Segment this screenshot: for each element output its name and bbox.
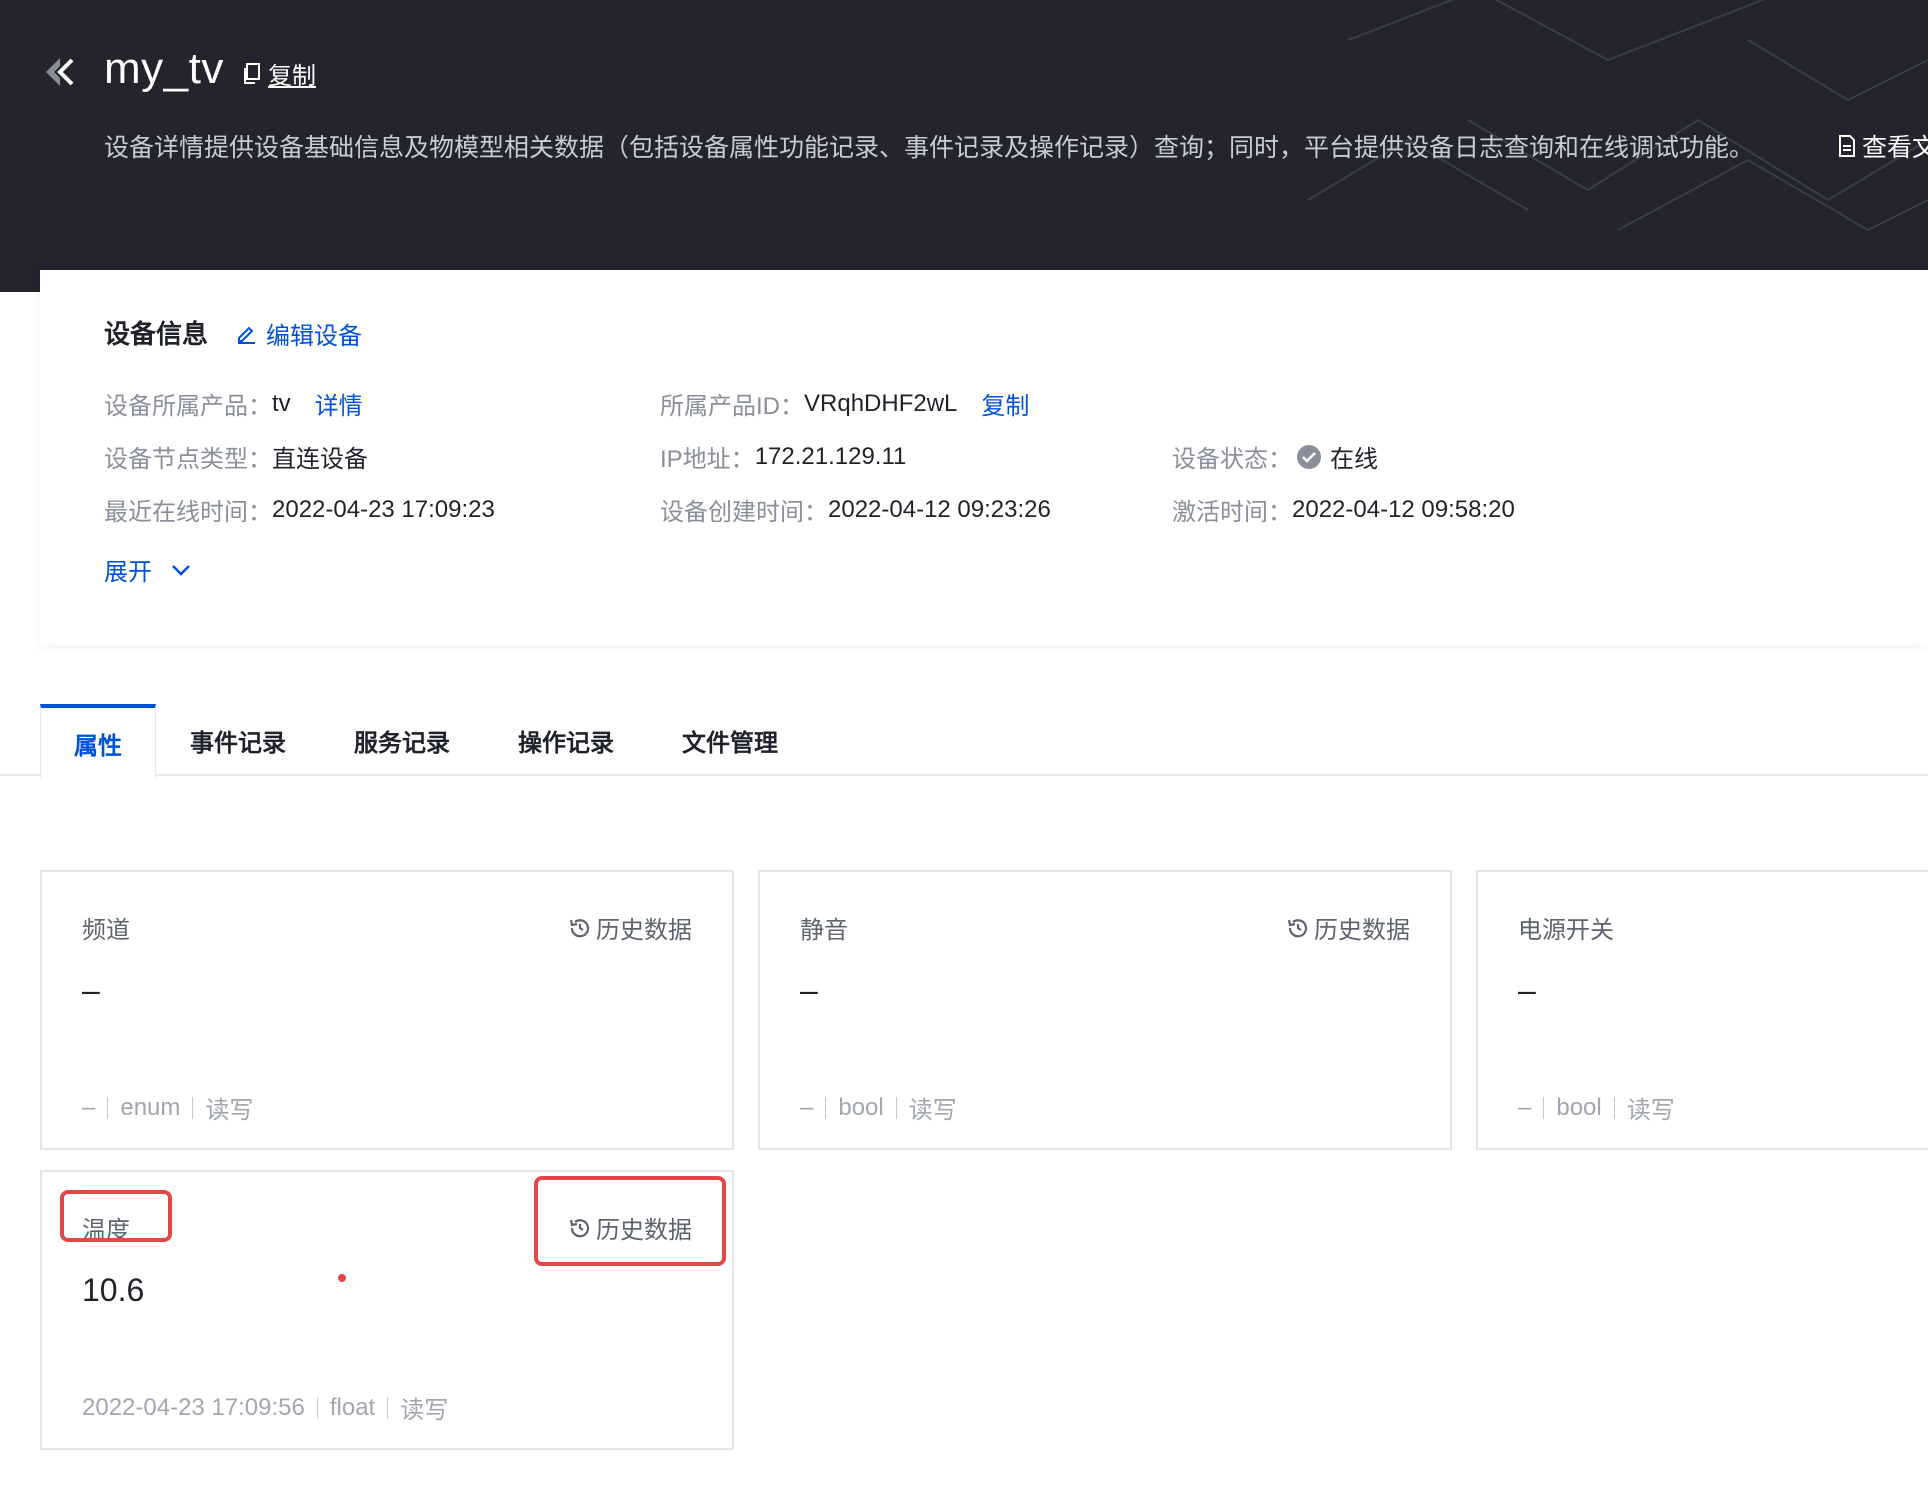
header-description: 设备详情提供设备基础信息及物模型相关数据（包括设备属性功能记录、事件记录及操作记… xyxy=(104,134,1755,162)
page-header: my_tv 复制 设备详情提供设备基础信息及物模型相关数据（包括设备属性功能记录… xyxy=(0,0,1928,292)
document-icon xyxy=(1839,135,1855,157)
history-clock-icon xyxy=(1287,918,1308,937)
field-value: 2022-04-23 17:09:23 xyxy=(272,495,495,523)
edit-device-label: 编辑设备 xyxy=(266,323,362,350)
field-status: 设备状态： 在线 xyxy=(1172,439,1378,474)
tab-file-management[interactable]: 文件管理 xyxy=(668,704,792,776)
field-value: VRqhDHF2wL xyxy=(804,389,958,417)
property-card-mute: 静音 历史数据 – – bool 读写 xyxy=(758,870,1452,1150)
property-value: – xyxy=(82,972,100,1008)
chevron-down-icon xyxy=(172,564,190,576)
field-node-type: 设备节点类型： 直连设备 xyxy=(104,439,368,474)
status-value: 在线 xyxy=(1330,446,1378,473)
view-doc-link[interactable]: 查看文 xyxy=(1838,128,1928,164)
property-meta: – bool 读写 xyxy=(800,1090,957,1125)
property-card-power: 电源开关 – – bool 读写 xyxy=(1476,870,1928,1150)
field-activated: 激活时间： 2022-04-12 09:58:20 xyxy=(1172,492,1515,527)
detail-tabs: 属性 事件记录 服务记录 操作记录 文件管理 xyxy=(0,704,1928,778)
property-value: – xyxy=(1518,972,1536,1008)
property-type: enum xyxy=(120,1093,181,1121)
field-value: tv xyxy=(272,389,291,417)
property-time: – xyxy=(800,1093,814,1121)
copy-device-name-button[interactable]: 复制 xyxy=(242,56,316,91)
view-doc-label: 查看文 xyxy=(1862,134,1928,162)
device-info-card: 设备信息 编辑设备 设备所属产品： tv 详情 所属产品ID： VRqhDHF2… xyxy=(40,270,1928,645)
property-type: bool xyxy=(838,1093,884,1121)
back-arrow-icon xyxy=(46,58,74,86)
property-name: 静音 xyxy=(800,917,848,944)
property-access: 读写 xyxy=(908,1097,957,1124)
online-check-icon xyxy=(1297,444,1321,469)
property-card-channel: 频道 历史数据 – – enum 读写 xyxy=(40,870,734,1150)
property-value: – xyxy=(800,972,818,1008)
history-data-button[interactable]: 历史数据 xyxy=(1286,910,1410,945)
property-name: 频道 xyxy=(82,917,130,944)
field-label: 最近在线时间： xyxy=(104,499,272,526)
copy-icon xyxy=(244,62,260,84)
field-last-online: 最近在线时间： 2022-04-23 17:09:23 xyxy=(104,492,495,527)
property-meta: 2022-04-23 17:09:56 float 读写 xyxy=(82,1390,448,1425)
copy-product-id-link[interactable]: 复制 xyxy=(981,386,1029,421)
field-label: IP地址： xyxy=(660,446,755,473)
field-created: 设备创建时间： 2022-04-12 09:23:26 xyxy=(660,492,1051,527)
history-clock-icon xyxy=(569,918,590,937)
property-value: 10.6 xyxy=(82,1272,145,1308)
property-name: 电源开关 xyxy=(1518,917,1614,944)
field-value: 2022-04-12 09:23:26 xyxy=(828,495,1051,523)
field-label: 设备状态： xyxy=(1172,446,1292,473)
property-access: 读写 xyxy=(400,1397,449,1424)
annotation-dot xyxy=(338,1274,346,1282)
edit-device-button[interactable]: 编辑设备 xyxy=(236,316,362,351)
back-button[interactable] xyxy=(40,50,84,94)
highlight-history-button xyxy=(534,1176,726,1266)
property-type: float xyxy=(329,1393,376,1421)
property-type: bool xyxy=(1556,1093,1602,1121)
property-meta: – bool 读写 xyxy=(1518,1090,1675,1125)
edit-pencil-icon xyxy=(238,326,255,344)
field-label: 所属产品ID： xyxy=(660,393,804,420)
highlight-temperature-name xyxy=(60,1190,172,1242)
field-product-id: 所属产品ID： VRqhDHF2wL 复制 xyxy=(660,386,1029,421)
field-value: 172.21.129.11 xyxy=(754,442,907,470)
tab-operation-records[interactable]: 操作记录 xyxy=(504,704,628,776)
tab-properties[interactable]: 属性 xyxy=(40,704,156,778)
property-time: 2022-04-23 17:09:56 xyxy=(82,1393,305,1421)
tab-service-records[interactable]: 服务记录 xyxy=(340,704,464,776)
field-label: 设备节点类型： xyxy=(104,446,272,473)
product-detail-link[interactable]: 详情 xyxy=(315,386,363,421)
field-value: 2022-04-12 09:58:20 xyxy=(1292,495,1515,523)
property-access: 读写 xyxy=(1626,1097,1675,1124)
field-label: 设备创建时间： xyxy=(660,499,828,526)
expand-label: 展开 xyxy=(104,559,152,586)
field-product: 设备所属产品： tv 详情 xyxy=(104,386,363,421)
property-time: – xyxy=(82,1093,96,1121)
copy-label: 复制 xyxy=(268,63,316,90)
field-label: 激活时间： xyxy=(1172,499,1292,526)
field-ip: IP地址： 172.21.129.11 xyxy=(660,439,906,474)
device-name-title: my_tv xyxy=(104,44,224,93)
expand-toggle[interactable]: 展开 xyxy=(104,552,192,587)
field-value: 直连设备 xyxy=(272,446,368,473)
history-label: 历史数据 xyxy=(1314,917,1410,944)
property-access: 读写 xyxy=(205,1097,254,1124)
property-time: – xyxy=(1518,1093,1532,1121)
property-meta: – enum 读写 xyxy=(82,1090,253,1125)
device-info-title: 设备信息 xyxy=(104,319,209,349)
tab-event-records[interactable]: 事件记录 xyxy=(176,704,300,776)
history-label: 历史数据 xyxy=(596,917,692,944)
field-label: 设备所属产品： xyxy=(104,393,272,420)
history-data-button[interactable]: 历史数据 xyxy=(568,910,692,945)
